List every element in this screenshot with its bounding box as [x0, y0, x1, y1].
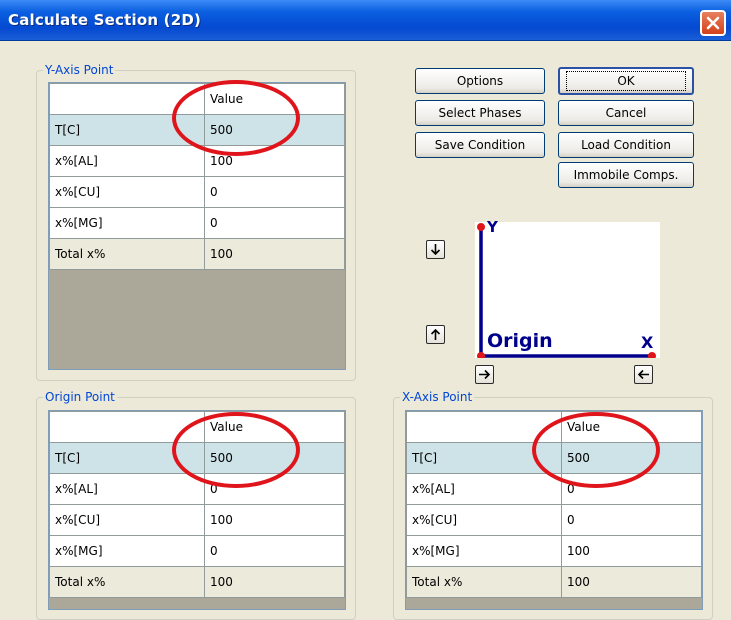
close-icon: [706, 16, 720, 30]
x-axis-point-marker: [648, 352, 656, 358]
table-row[interactable]: x%[CU] 0: [49, 176, 345, 208]
save-condition-button[interactable]: Save Condition: [415, 132, 545, 158]
table-row[interactable]: x%[MG] 0: [49, 535, 345, 567]
origin-point-legend: Origin Point: [45, 390, 115, 404]
row-label: T[C]: [49, 114, 205, 146]
value-cell: 100: [561, 566, 702, 598]
options-button[interactable]: Options: [415, 68, 545, 94]
x-axis-point-grid[interactable]: Value T[C] 500 x%[AL] 0 x%[CU] 0 x%[MG] …: [405, 410, 703, 610]
y-axis-point-legend: Y-Axis Point: [45, 63, 114, 77]
move-up-button[interactable]: [426, 325, 445, 344]
table-row[interactable]: Total x% 100: [406, 566, 702, 598]
value-cell[interactable]: 100: [204, 504, 345, 536]
arrow-left-icon: [637, 369, 649, 380]
row-label: x%[AL]: [49, 473, 205, 505]
table-row[interactable]: Total x% 100: [49, 566, 345, 598]
row-label: T[C]: [406, 442, 562, 474]
row-label: x%[AL]: [49, 145, 205, 177]
table-row[interactable]: T[C] 500: [406, 442, 702, 474]
row-label: Total x%: [406, 566, 562, 598]
title-bar[interactable]: Calculate Section (2D): [0, 0, 731, 41]
value-cell: 100: [204, 238, 345, 270]
value-cell[interactable]: 0: [204, 176, 345, 208]
move-right-button[interactable]: [475, 365, 494, 384]
row-label: x%[MG]: [406, 535, 562, 567]
corner-cell: [49, 83, 205, 115]
table-row[interactable]: x%[AL] 0: [49, 473, 345, 505]
close-button[interactable]: [700, 10, 726, 36]
table-row[interactable]: x%[CU] 0: [406, 504, 702, 536]
y-axis-point-grid[interactable]: Value T[C] 500 x%[AL] 100 x%[CU] 0 x%[MG…: [48, 82, 346, 370]
table-row[interactable]: x%[AL] 0: [406, 473, 702, 505]
table-row[interactable]: x%[CU] 100: [49, 504, 345, 536]
value-cell[interactable]: 0: [204, 207, 345, 239]
table-row[interactable]: x%[MG] 0: [49, 207, 345, 239]
cancel-button[interactable]: Cancel: [558, 100, 694, 126]
row-label: x%[MG]: [49, 535, 205, 567]
arrow-right-icon: [479, 369, 491, 380]
table-row[interactable]: T[C] 500: [49, 442, 345, 474]
ok-button-label: OK: [566, 71, 686, 91]
value-cell[interactable]: 0: [204, 473, 345, 505]
value-cell[interactable]: 0: [561, 504, 702, 536]
x-axis-point-legend: X-Axis Point: [402, 390, 473, 404]
table-row[interactable]: x%[MG] 100: [406, 535, 702, 567]
row-label: Total x%: [49, 238, 205, 270]
origin-point-grid[interactable]: Value T[C] 500 x%[AL] 0 x%[CU] 100 x%[MG…: [48, 410, 346, 610]
row-label: Total x%: [49, 566, 205, 598]
axis-diagram: Y Origin X: [475, 218, 660, 358]
value-column-header: Value: [204, 411, 345, 443]
table-row[interactable]: Total x% 100: [49, 238, 345, 270]
table-row[interactable]: T[C] 500: [49, 114, 345, 146]
x-axis-label: X: [641, 333, 654, 352]
row-label: x%[CU]: [49, 504, 205, 536]
corner-cell: [49, 411, 205, 443]
corner-cell: [406, 411, 562, 443]
window-title: Calculate Section (2D): [8, 11, 202, 29]
origin-point-marker: [477, 352, 485, 358]
load-condition-button[interactable]: Load Condition: [558, 132, 694, 158]
table-row[interactable]: x%[AL] 100: [49, 145, 345, 177]
y-axis-label: Y: [487, 218, 498, 236]
value-cell[interactable]: 500: [204, 114, 345, 146]
select-phases-button[interactable]: Select Phases: [415, 100, 545, 126]
immobile-comps-button[interactable]: Immobile Comps.: [558, 162, 694, 188]
move-left-button[interactable]: [634, 365, 653, 384]
ok-button[interactable]: OK: [558, 67, 694, 95]
row-label: T[C]: [49, 442, 205, 474]
origin-label: Origin: [487, 330, 553, 352]
value-cell[interactable]: 0: [204, 535, 345, 567]
value-cell[interactable]: 100: [204, 145, 345, 177]
y-axis-point-marker: [477, 223, 485, 231]
value-column-header: Value: [204, 83, 345, 115]
value-cell[interactable]: 500: [561, 442, 702, 474]
value-cell: 100: [204, 566, 345, 598]
arrow-up-icon: [430, 328, 441, 340]
arrow-down-icon: [430, 244, 441, 256]
row-label: x%[AL]: [406, 473, 562, 505]
row-label: x%[CU]: [406, 504, 562, 536]
move-down-button[interactable]: [426, 240, 445, 259]
row-label: x%[MG]: [49, 207, 205, 239]
value-cell[interactable]: 500: [204, 442, 345, 474]
value-cell[interactable]: 100: [561, 535, 702, 567]
row-label: x%[CU]: [49, 176, 205, 208]
value-column-header: Value: [561, 411, 702, 443]
value-cell[interactable]: 0: [561, 473, 702, 505]
